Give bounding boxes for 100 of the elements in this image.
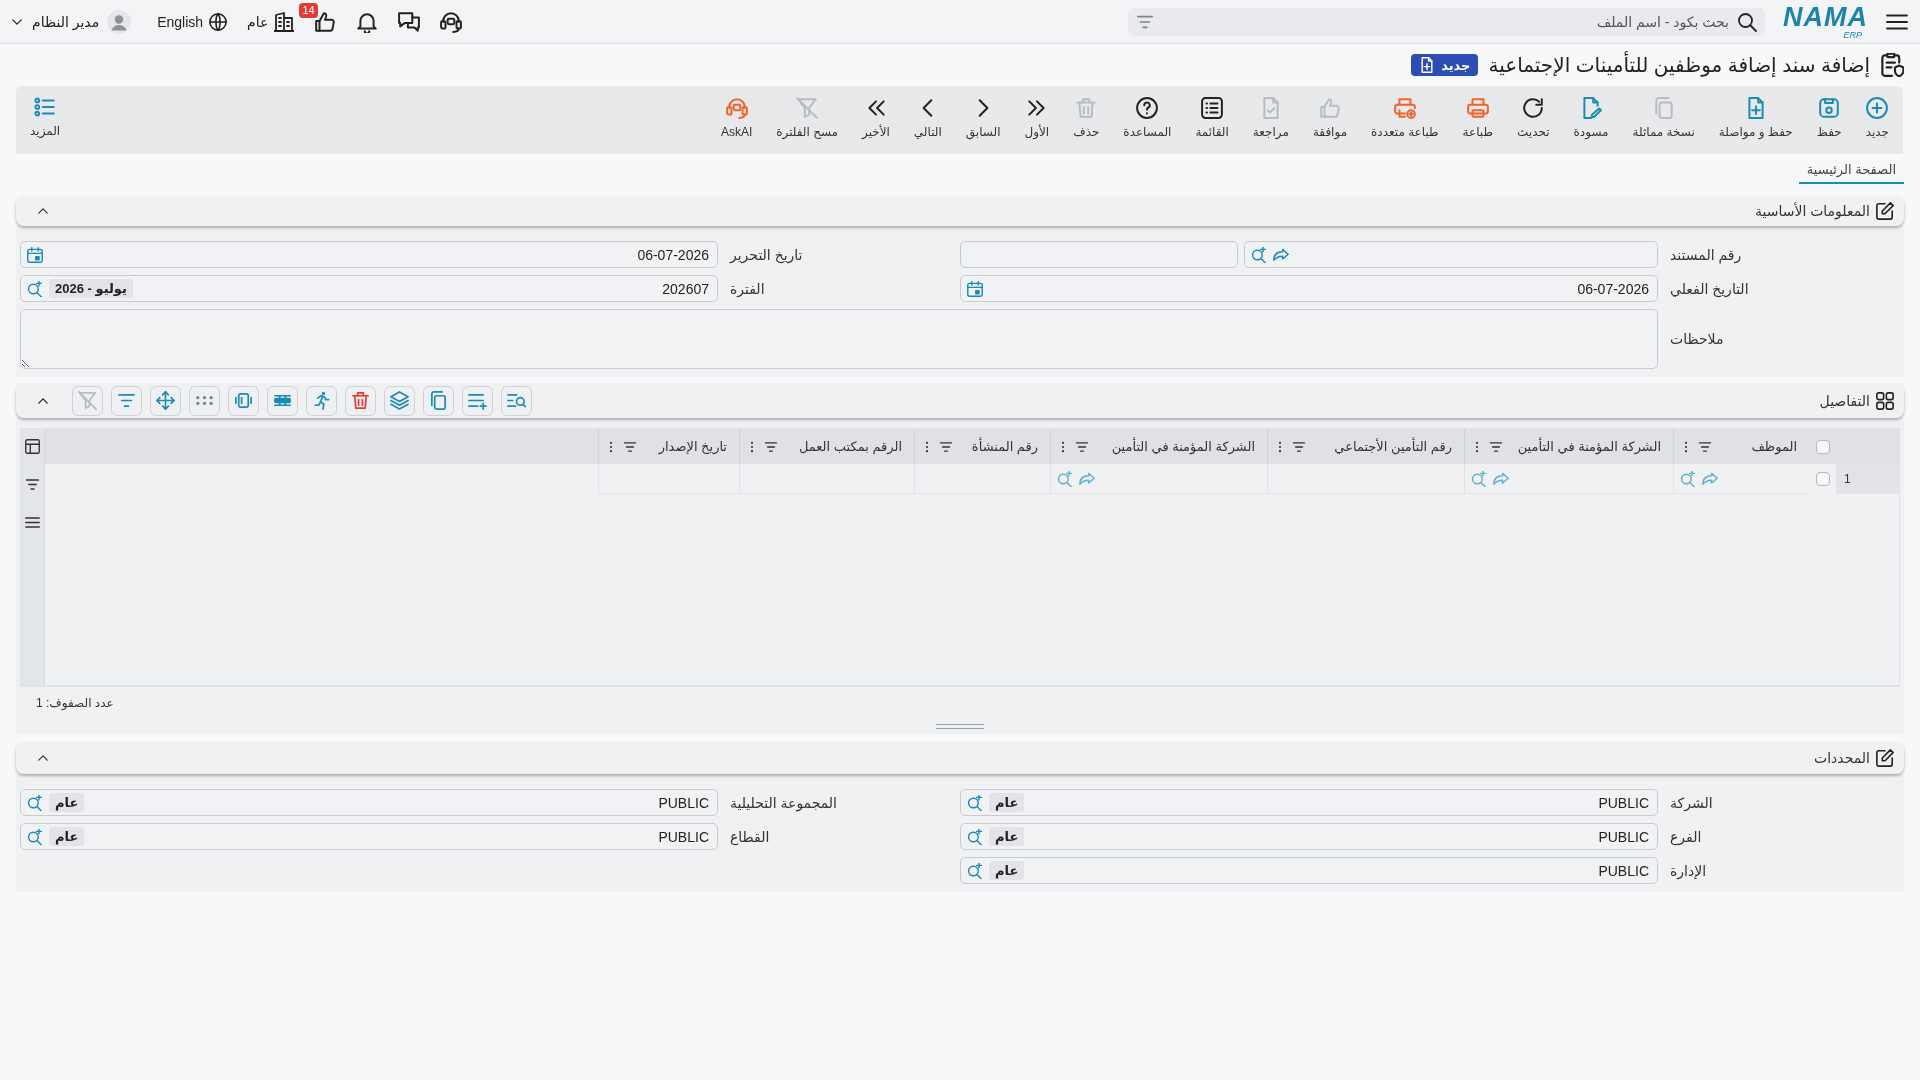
more-button[interactable]: المزيد <box>18 86 73 154</box>
date-field[interactable]: 06-07-2026 <box>20 241 718 268</box>
document-number-field[interactable] <box>1244 241 1658 268</box>
logo-text: NAMA <box>1783 3 1868 31</box>
list-button[interactable]: القائمة <box>1183 86 1241 154</box>
tab[interactable]: الصفحة الرئيسية <box>1798 162 1904 184</box>
previous-button[interactable]: السابق <box>953 86 1013 154</box>
search-bar[interactable]: بحث بكود - اسم الملف <box>1128 7 1765 36</box>
filter-icon[interactable] <box>1075 439 1089 454</box>
splitter-handle[interactable] <box>936 723 984 729</box>
notes-field[interactable] <box>20 309 1658 369</box>
move-button[interactable] <box>150 385 181 416</box>
calendar-icon[interactable] <box>967 280 983 297</box>
search-plus-icon[interactable] <box>967 794 983 811</box>
print-multiple-button[interactable]: طباعة متعددة <box>1359 86 1451 154</box>
edit-icon <box>1876 749 1894 767</box>
filter-icon[interactable] <box>25 477 40 492</box>
page-title: إضافة سند إضافة موظفين للتأمينات الإجتماعية <box>1488 53 1870 77</box>
headset-icon[interactable] <box>440 10 463 33</box>
share-icon[interactable] <box>1273 246 1289 263</box>
find-rows-button[interactable] <box>501 385 532 416</box>
next-button[interactable]: التالي <box>901 86 954 154</box>
filter-icon[interactable] <box>623 439 637 454</box>
field-label: تاريخ التحرير <box>730 246 803 263</box>
column-title: رقم المنشأة <box>971 439 1038 454</box>
save-continue-button[interactable]: حفظ و مواصلة <box>1706 86 1805 154</box>
lookup-tag: عام <box>989 861 1025 880</box>
column-title: الرقم بمكتب العمل <box>798 439 902 454</box>
filter-icon[interactable] <box>764 439 778 454</box>
field-label: القطاع <box>730 828 770 845</box>
avatar-icon <box>107 9 132 34</box>
search-plus-icon[interactable] <box>1680 470 1696 487</box>
share-icon[interactable] <box>1079 470 1095 487</box>
logo-subtext: ERP <box>1843 30 1862 40</box>
status-tag: جديد <box>1411 54 1479 76</box>
ask-ai-button[interactable]: AskAI <box>708 86 765 154</box>
delete-rows-button[interactable] <box>345 385 376 416</box>
add-rows-button[interactable] <box>462 385 493 416</box>
filter-icon[interactable] <box>1489 439 1503 454</box>
filter-icon[interactable] <box>1292 439 1306 454</box>
dots-button[interactable] <box>189 385 220 416</box>
input-field[interactable] <box>960 241 1238 268</box>
copy-rows-button[interactable] <box>423 385 454 416</box>
field-label: المجموعة التحليلية <box>730 794 837 811</box>
row-number: 1 <box>1836 464 1899 494</box>
save-button[interactable]: حفظ <box>1804 86 1854 154</box>
file-plus-icon <box>1419 57 1436 73</box>
checkbox[interactable] <box>1815 439 1830 454</box>
help-button[interactable]: المساعدة <box>1111 86 1184 154</box>
search-field[interactable]: بحث بكود - اسم الملف <box>1160 10 1731 33</box>
search-plus-icon[interactable] <box>967 862 983 879</box>
last-button[interactable]: الأخير <box>850 86 902 154</box>
list-icon <box>34 96 57 118</box>
field-label: ملاحظات <box>1670 331 1724 347</box>
field-label: الفرع <box>1670 828 1702 845</box>
new-button[interactable]: جديد <box>1853 86 1901 154</box>
search-plus-icon[interactable] <box>27 280 43 297</box>
lookup-tag: عام <box>49 827 85 846</box>
layers-button[interactable] <box>384 385 415 416</box>
branch-button[interactable]: عام <box>247 11 295 32</box>
thumbs-up-icon[interactable] <box>314 10 337 33</box>
lookup-tag: عام <box>989 827 1025 846</box>
search-plus-icon[interactable] <box>967 828 983 845</box>
clipboard-shield-icon <box>1880 53 1904 77</box>
chat-icon[interactable] <box>398 10 421 33</box>
first-button[interactable]: الأول <box>1012 86 1062 154</box>
insert-row-button[interactable] <box>267 385 298 416</box>
print-button[interactable]: طباعة <box>1450 86 1506 154</box>
language-button[interactable]: English <box>157 12 228 31</box>
bell-icon[interactable] <box>356 10 379 33</box>
filter-icon[interactable] <box>1698 439 1712 454</box>
checkbox[interactable] <box>1815 472 1830 486</box>
date-field[interactable]: 06-07-2026 <box>960 275 1658 302</box>
fit-columns-button[interactable] <box>228 385 259 416</box>
share-icon[interactable] <box>1493 470 1509 487</box>
column-title: الموظف <box>1751 439 1797 454</box>
section-title: المحددات <box>1814 750 1870 766</box>
field-label: رقم المستند <box>1670 246 1742 263</box>
globe-icon <box>209 12 228 31</box>
grid-icon <box>1876 391 1894 410</box>
filter-button[interactable] <box>111 385 142 416</box>
run-button[interactable] <box>306 385 337 416</box>
calendar-icon[interactable] <box>27 246 43 263</box>
filter-icon[interactable] <box>939 439 953 454</box>
search-plus-icon[interactable] <box>1057 470 1073 487</box>
search-plus-icon[interactable] <box>27 828 43 845</box>
draft-button[interactable]: مسودة <box>1561 86 1621 154</box>
field-label: التاريخ الفعلي <box>1670 280 1749 297</box>
column-title: تاريخ الإصدار <box>658 439 727 454</box>
user-menu-button[interactable]: مدير النظام <box>10 9 132 34</box>
refresh-button[interactable]: تحديث <box>1505 86 1562 154</box>
search-plus-icon[interactable] <box>1251 246 1267 263</box>
menu-icon[interactable] <box>25 515 40 530</box>
lookup-tag: عام <box>989 793 1025 812</box>
field-label: الفترة <box>730 280 765 297</box>
search-plus-icon[interactable] <box>27 794 43 811</box>
search-plus-icon[interactable] <box>1471 470 1487 487</box>
table-icon[interactable] <box>25 439 40 454</box>
search-icon <box>1737 11 1757 32</box>
share-icon[interactable] <box>1702 470 1718 487</box>
